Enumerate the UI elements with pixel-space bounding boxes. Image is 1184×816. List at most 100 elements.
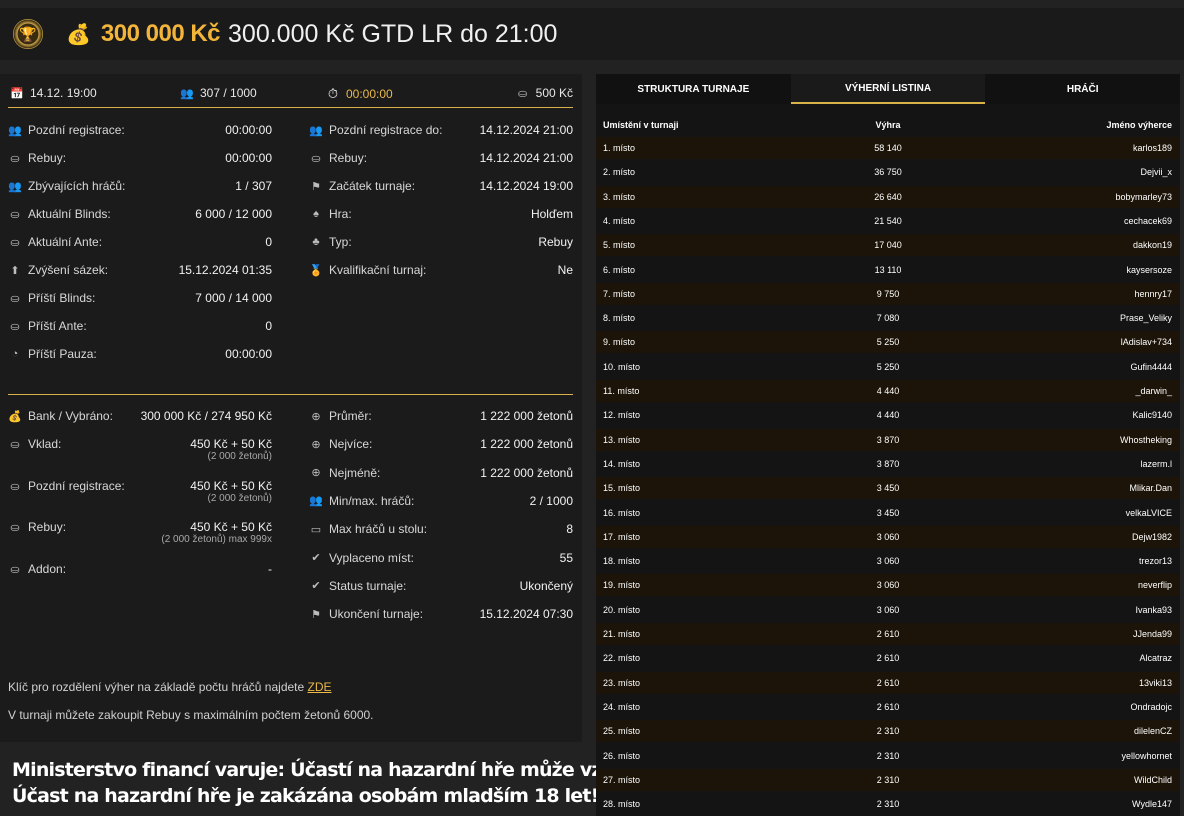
prize-cell: 3 060 bbox=[876, 556, 900, 567]
info-right-label: ⚑ Začátek turnaje: bbox=[309, 179, 415, 193]
info-left-label: ⛀ Aktuální Ante: bbox=[8, 235, 102, 249]
table-row: 14. místo 3 870 lazerm.l bbox=[596, 452, 1180, 475]
row-label-text: Rebuy: bbox=[329, 151, 368, 165]
stats-label: 👥 Min/max. hráčů: bbox=[309, 494, 414, 508]
plus-icon: ⊕ bbox=[311, 438, 321, 451]
row-value: Ne bbox=[557, 263, 573, 277]
prize-cell: 4 440 bbox=[876, 410, 900, 421]
table-header: Umístění v turnaji Výhra Jméno výherce bbox=[596, 114, 1180, 136]
winner-cell: karlos189 bbox=[1132, 143, 1172, 153]
stats-row: ⚑ Ukončení turnaje: 15.12.2024 07:30 bbox=[309, 604, 573, 624]
stats-label: ✔ Status turnaje: bbox=[309, 579, 406, 593]
winner-cell: Mlikar.Dan bbox=[1129, 483, 1172, 494]
header-prize[interactable]: Výhra bbox=[826, 120, 950, 130]
money-icon: ⛀ bbox=[10, 292, 20, 305]
row-value: 14.12.2024 21:00 bbox=[479, 123, 573, 137]
row-value: 7 000 / 14 000 bbox=[195, 291, 272, 305]
table-row: 6. místo 13 110 kaysersoze bbox=[596, 258, 1180, 281]
table-row: 11. místo 4 440 _darwin_ bbox=[596, 380, 1180, 402]
place-cell: 5. místo bbox=[603, 240, 636, 251]
row-label-text: Aktuální Ante: bbox=[28, 235, 103, 249]
stats-label-text: Max hráčů u stolu: bbox=[329, 522, 428, 537]
row-value: 00:00:00 bbox=[225, 151, 272, 165]
place-cell: 27. místo bbox=[603, 774, 641, 785]
prize-cell: 2 610 bbox=[876, 677, 900, 688]
place-cell: 4. místo bbox=[603, 215, 636, 226]
people-icon: 👥 bbox=[8, 180, 22, 193]
money-row: ⛀ Addon: - bbox=[8, 559, 272, 579]
buyin-amount: 500 Kč bbox=[535, 86, 573, 100]
info-left-label: ⛀ Příští Ante: bbox=[8, 319, 86, 333]
table-row: 4. místo 21 540 cechacek69 bbox=[596, 209, 1180, 232]
table-row: 25. místo 2 310 dilelenCZ bbox=[596, 720, 1180, 743]
row-label-text: Aktuální Blinds: bbox=[28, 207, 111, 221]
winner-cell: WildChild bbox=[1133, 774, 1172, 785]
chip-count-note: (2 000 žetonů) max 999x bbox=[161, 534, 272, 545]
tab-payouts[interactable]: VÝHERNÍ LISTINA bbox=[790, 74, 986, 104]
stats-label: ✔ Vyplaceno míst: bbox=[309, 551, 414, 565]
player-count: 307 / 1000 bbox=[200, 86, 257, 100]
tab-structure[interactable]: STRUKTURA TURNAJE bbox=[596, 74, 791, 104]
place-cell: 8. místo bbox=[603, 313, 636, 324]
tab-players[interactable]: HRÁČI bbox=[985, 74, 1181, 104]
money-label-text: Bank / Vybráno: bbox=[28, 409, 113, 423]
plus-icon: ⊕ bbox=[311, 410, 321, 423]
header-place[interactable]: Umístění v turnaji bbox=[603, 120, 679, 130]
check-icon: ✔ bbox=[311, 580, 321, 593]
info-left-label: ⬆ Zvýšení sázek: bbox=[8, 263, 108, 277]
flag-icon: ⚑ bbox=[311, 608, 321, 621]
place-cell: 20. místo bbox=[603, 604, 641, 615]
money-icon: ⛀ bbox=[10, 208, 20, 221]
stats-row: ⊕ Nejvíce: 1 222 000 žetonů bbox=[309, 434, 573, 454]
info-right-row: ♠ Hra: Holďem bbox=[309, 204, 573, 224]
money-icon: ⛀ bbox=[10, 438, 20, 451]
row-value: 6 000 / 12 000 bbox=[195, 207, 272, 221]
place-cell: 18. místo bbox=[603, 556, 641, 567]
row-label-text: Příští Blinds: bbox=[28, 291, 96, 305]
section-divider bbox=[8, 394, 573, 395]
place-cell: 14. místo bbox=[603, 458, 641, 469]
winner-cell: Whostheking bbox=[1119, 434, 1172, 445]
prize-cell: 17 040 bbox=[874, 240, 902, 251]
prize-cell: 3 060 bbox=[876, 604, 900, 615]
plus-icon: ⊕ bbox=[311, 467, 321, 480]
info-left-row: ⛀ Rebuy: 00:00:00 bbox=[8, 148, 272, 168]
info-left-label: 👥 Pozdní registrace: bbox=[8, 123, 125, 137]
stats-value: 15.12.2024 07:30 bbox=[479, 607, 573, 622]
row-label-text: Pozdní registrace do: bbox=[329, 123, 443, 137]
table-row: 1. místo 58 140 karlos189 bbox=[596, 137, 1180, 159]
people-icon: 👥 bbox=[309, 124, 323, 137]
prize-cell: 7 080 bbox=[876, 313, 900, 324]
prize-amount: 300 000 Kč bbox=[100, 20, 221, 47]
prize-cell: 2 310 bbox=[876, 799, 900, 810]
start-date: 14.12. 19:00 bbox=[30, 86, 97, 100]
prize-cell: 3 870 bbox=[876, 458, 900, 469]
stats-label-text: Ukončení turnaje: bbox=[329, 607, 424, 622]
place-cell: 25. místo bbox=[603, 726, 641, 737]
info-right-label: 🏅 Kvalifikační turnaj: bbox=[309, 263, 426, 277]
check-icon: ✔ bbox=[311, 552, 321, 564]
trophy-chip-icon[interactable]: 🏆 bbox=[10, 16, 46, 52]
row-value: 14.12.2024 19:00 bbox=[479, 179, 573, 193]
winner-cell: Wydle147 bbox=[1132, 799, 1172, 810]
header-winner[interactable]: Jméno výherce bbox=[1106, 120, 1172, 130]
prize-cell: 3 060 bbox=[876, 531, 900, 542]
stats-label-text: Nejméně: bbox=[329, 465, 381, 480]
winner-cell: lazerm.l bbox=[1140, 458, 1172, 469]
prize-cell: 26 640 bbox=[874, 191, 902, 202]
stats-label-text: Nejvíce: bbox=[329, 437, 373, 452]
stats-label-text: Průměr: bbox=[329, 409, 372, 423]
info-left-label: ⛀ Rebuy: bbox=[8, 151, 66, 165]
chip-count-note: (2 000 žetonů) bbox=[207, 493, 273, 504]
payout-key-link[interactable]: ZDE bbox=[308, 680, 332, 694]
buyin-icon: ⛀ bbox=[518, 87, 528, 100]
place-cell: 23. místo bbox=[603, 677, 641, 688]
row-value: Holďem bbox=[530, 207, 573, 221]
winner-cell: kaysersoze bbox=[1126, 264, 1172, 275]
place-cell: 1. místo bbox=[603, 143, 636, 153]
winner-cell: Kalic9140 bbox=[1132, 410, 1172, 421]
stats-value: 1 222 000 žetonů bbox=[480, 409, 573, 423]
countdown-timer: 00:00:00 bbox=[346, 87, 393, 101]
row-value: 1 / 307 bbox=[235, 179, 272, 193]
place-cell: 12. místo bbox=[603, 410, 641, 421]
